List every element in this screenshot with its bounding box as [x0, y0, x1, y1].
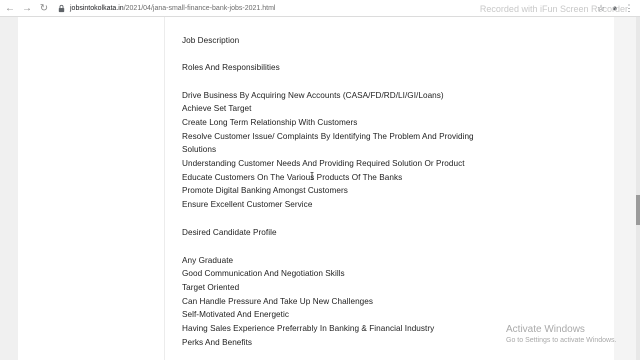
activation-title: Activate Windows — [506, 324, 585, 335]
scrollbar-thumb[interactable] — [636, 195, 640, 225]
reload-icon[interactable]: ↻ — [37, 1, 51, 15]
role-item: Promote Digital Banking Amongst Customer… — [182, 186, 348, 195]
roles-heading: Roles And Responsibilities — [182, 63, 280, 72]
profile-item: Having Sales Experience Preferrably In B… — [182, 324, 435, 333]
scrollbar[interactable] — [636, 17, 640, 360]
role-item: Achieve Set Target — [182, 104, 252, 113]
profile-heading: Desired Candidate Profile — [182, 228, 277, 237]
job-description-heading: Job Description — [182, 36, 240, 45]
role-item: Drive Business By Acquiring New Accounts… — [182, 91, 444, 100]
windows-activation-notice: Activate Windows Go to Settings to activ… — [506, 324, 617, 344]
profile-item: Target Oriented — [182, 283, 240, 292]
left-gutter — [0, 17, 18, 360]
text-cursor-icon — [310, 172, 314, 180]
back-arrow-icon[interactable]: ← — [3, 1, 17, 15]
forward-arrow-icon[interactable]: → — [20, 1, 34, 15]
url-path: /2021/04/jana-small-finance-bank-jobs-20… — [123, 4, 276, 12]
profile-item: Self-Motivated And Energetic — [182, 310, 289, 319]
url-domain: jobsintokolkata.in — [70, 4, 124, 12]
activation-subtitle: Go to Settings to activate Windows. — [506, 337, 617, 344]
profile-item: Can Handle Pressure And Take Up New Chal… — [182, 297, 374, 306]
lock-icon — [58, 4, 65, 12]
role-item: Understanding Customer Needs And Providi… — [182, 159, 465, 168]
profile-item: Good Communication And Negotiation Skill… — [182, 269, 345, 278]
role-item: Solutions — [182, 145, 217, 154]
address-bar[interactable]: jobsintokolkata.in/2021/04/jana-small-fi… — [57, 4, 275, 13]
sidebar — [460, 17, 614, 360]
profile-item: Any Graduate — [182, 256, 234, 265]
role-item: Educate Customers On The Various Product… — [182, 173, 403, 182]
perks-heading: Perks And Benefits — [182, 338, 253, 347]
role-item: Resolve Customer Issue/ Complaints By Id… — [182, 132, 474, 141]
role-item: Ensure Excellent Customer Service — [182, 200, 313, 209]
role-item: Create Long Term Relationship With Custo… — [182, 118, 358, 127]
recorder-watermark: Recorded with iFun Screen Recorder — [479, 4, 628, 14]
